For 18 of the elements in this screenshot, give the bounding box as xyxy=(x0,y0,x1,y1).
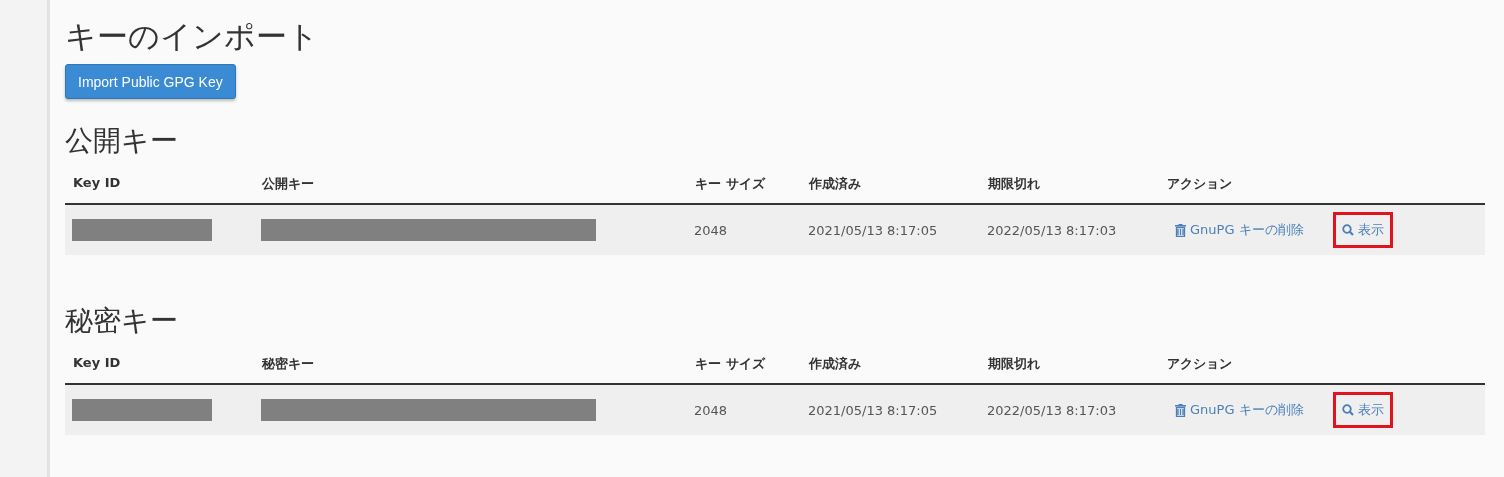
delete-key-link[interactable]: GnuPG キーの削除 xyxy=(1166,392,1313,428)
search-icon xyxy=(1341,404,1354,416)
view-link[interactable]: 表示 xyxy=(1332,392,1393,428)
table-cell: 2021/05/13 8:17:05 xyxy=(808,222,938,238)
table-cell: 2022/05/13 8:17:03 xyxy=(987,402,1117,418)
page-title: キーのインポート xyxy=(65,17,320,56)
table-cell: 2021/05/13 8:17:05 xyxy=(808,402,938,418)
table-cell: 2048 xyxy=(694,402,728,418)
trash-icon xyxy=(1175,223,1186,237)
section-title: 秘密キー xyxy=(65,303,179,339)
delete-key-link[interactable]: GnuPG キーの削除 xyxy=(1166,212,1313,248)
table-cell: 2048 xyxy=(694,222,728,238)
search-icon xyxy=(1341,224,1354,236)
import-key-button[interactable]: Import Public GPG Key xyxy=(65,64,236,99)
table-cell: 2022/05/13 8:17:03 xyxy=(987,222,1117,238)
section-title: 公開キー xyxy=(65,123,179,159)
view-link[interactable]: 表示 xyxy=(1332,212,1393,248)
trash-icon xyxy=(1175,403,1186,417)
